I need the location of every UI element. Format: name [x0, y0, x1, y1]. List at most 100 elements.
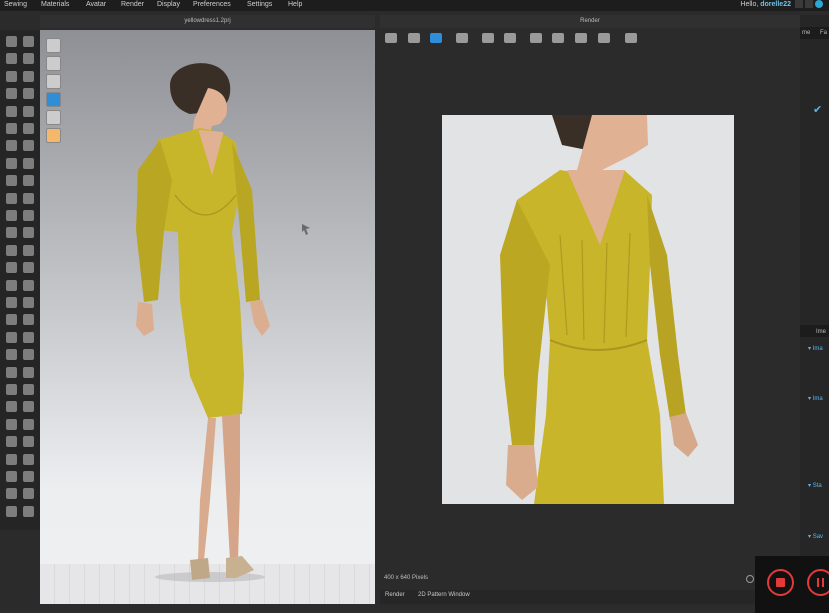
menu-settings[interactable]: Settings — [247, 1, 272, 8]
tool-icon[interactable] — [23, 105, 34, 117]
menu-help[interactable]: Help — [288, 1, 302, 8]
tab-2d-pattern-window[interactable]: 2D Pattern Window — [418, 592, 470, 598]
render-camera-icon[interactable] — [482, 33, 494, 43]
tab-partial-1[interactable]: me — [802, 30, 810, 36]
tool-icon[interactable] — [6, 384, 17, 395]
stop-record-button[interactable] — [767, 569, 794, 596]
menu-display[interactable]: Display — [157, 1, 180, 8]
texture-icon[interactable] — [46, 56, 61, 71]
tool-icon[interactable] — [23, 418, 34, 430]
avatar-icon[interactable] — [46, 74, 61, 89]
tool-icon[interactable] — [23, 210, 34, 221]
tool-icon[interactable] — [6, 279, 17, 291]
tool-icon[interactable] — [23, 279, 34, 291]
tool-icon[interactable] — [23, 36, 34, 47]
display-mode-icon[interactable] — [46, 38, 61, 53]
render-toolbar — [380, 30, 800, 46]
tool-icon[interactable] — [6, 262, 17, 274]
tool-icon[interactable] — [6, 453, 17, 465]
tool-icon[interactable] — [6, 418, 17, 430]
tool-icon[interactable] — [23, 401, 34, 413]
tool-icon[interactable] — [6, 488, 17, 500]
tool-icon[interactable] — [6, 210, 17, 221]
render-snapshot-icon[interactable] — [530, 33, 542, 43]
menu-materials[interactable]: Materials — [41, 1, 69, 8]
tool-icon[interactable] — [6, 436, 17, 448]
tool-icon[interactable] — [6, 366, 17, 378]
render-window-icon[interactable] — [430, 33, 442, 43]
tool-icon[interactable] — [23, 192, 34, 204]
tool-icon[interactable] — [23, 436, 34, 448]
tool-icon[interactable] — [23, 349, 34, 361]
tool-icon[interactable] — [23, 244, 34, 256]
tool-icon[interactable] — [23, 471, 34, 482]
tool-icon[interactable] — [6, 331, 17, 343]
menu-sewing[interactable]: Sewing — [4, 1, 27, 8]
tool-icon[interactable] — [23, 488, 34, 500]
maximize-button[interactable] — [805, 0, 813, 8]
tool-icon[interactable] — [23, 175, 34, 187]
tool-icon[interactable] — [23, 227, 34, 239]
tool-icon[interactable] — [23, 314, 34, 326]
render-settings-icon[interactable] — [385, 33, 397, 43]
tab-partial-2[interactable]: Fa — [820, 30, 827, 36]
tool-icon[interactable] — [6, 401, 17, 413]
menu-render[interactable]: Render — [121, 1, 144, 8]
tool-icon[interactable] — [23, 453, 34, 465]
camera-icon[interactable] — [46, 92, 61, 107]
tool-icon[interactable] — [23, 384, 34, 395]
render-region-icon[interactable] — [456, 33, 468, 43]
tool-icon[interactable] — [23, 123, 34, 134]
tool-icon[interactable] — [6, 36, 17, 47]
tool-icon[interactable] — [6, 505, 17, 517]
menu-preferences[interactable]: Preferences — [193, 1, 231, 8]
tool-icon[interactable] — [6, 349, 17, 361]
bulb-icon[interactable] — [46, 128, 61, 143]
render-camera-2-icon[interactable] — [504, 33, 516, 43]
tool-icon[interactable] — [6, 227, 17, 239]
tool-icon[interactable] — [23, 88, 34, 100]
list-item[interactable]: ▾ Sav — [808, 533, 823, 540]
list-item[interactable]: ▾ Ima — [808, 345, 823, 352]
tool-icon[interactable] — [6, 123, 17, 134]
tool-icon[interactable] — [23, 70, 34, 82]
render-options-icon[interactable] — [552, 33, 564, 43]
zoom-icon[interactable] — [746, 575, 754, 583]
tool-icon[interactable] — [6, 105, 17, 117]
tool-icon[interactable] — [6, 157, 17, 169]
tool-icon[interactable] — [23, 157, 34, 169]
tool-icon[interactable] — [6, 175, 17, 187]
tool-icon[interactable] — [6, 314, 17, 326]
tool-icon[interactable] — [6, 244, 17, 256]
tool-icon[interactable] — [23, 366, 34, 378]
tool-icon[interactable] — [23, 140, 34, 152]
3d-viewport[interactable] — [40, 30, 375, 604]
avatar-model[interactable] — [40, 30, 375, 604]
tool-icon[interactable] — [6, 70, 17, 82]
tool-icon[interactable] — [6, 140, 17, 152]
render-export-icon[interactable] — [575, 33, 587, 43]
tool-icon[interactable] — [23, 297, 34, 308]
menu-avatar[interactable]: Avatar — [86, 1, 106, 8]
tool-icon[interactable] — [6, 88, 17, 100]
lighting-icon[interactable] — [46, 110, 61, 125]
render-sequence-icon[interactable] — [598, 33, 610, 43]
pause-record-button[interactable] — [807, 569, 829, 596]
username[interactable]: dorelle22 — [760, 1, 791, 8]
tool-icon[interactable] — [23, 505, 34, 517]
tool-icon[interactable] — [23, 262, 34, 274]
list-item[interactable]: ▾ Sta — [808, 482, 822, 489]
tool-icon[interactable] — [6, 192, 17, 204]
tool-icon[interactable] — [23, 53, 34, 65]
list-item-label: Sav — [812, 534, 824, 540]
render-cloud-icon[interactable] — [625, 33, 637, 43]
tool-icon[interactable] — [6, 471, 17, 482]
render-play-icon[interactable] — [408, 33, 420, 43]
list-item[interactable]: ▾ Ima — [808, 395, 823, 402]
tool-icon[interactable] — [6, 297, 17, 308]
tool-icon[interactable] — [23, 331, 34, 343]
minimize-button[interactable] — [795, 0, 803, 8]
tool-icon[interactable] — [6, 53, 17, 65]
tab-render[interactable]: Render — [385, 592, 405, 598]
viewport-title: yellowdress1.2prj — [40, 15, 375, 28]
